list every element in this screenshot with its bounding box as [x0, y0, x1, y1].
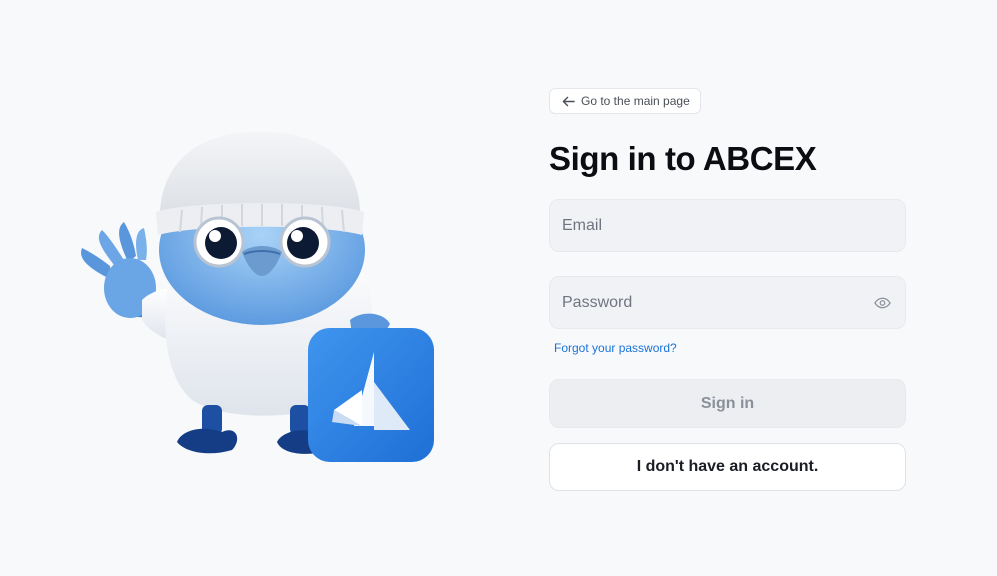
go-to-main-page-link[interactable]: Go to the main page [549, 88, 701, 114]
back-link-label: Go to the main page [581, 94, 690, 108]
bird-mascot-icon [81, 131, 434, 462]
email-field[interactable] [562, 216, 893, 235]
arrow-left-icon [562, 96, 575, 106]
sign-in-panel: Go to the main page Sign in to ABCEX For… [549, 88, 906, 491]
email-field-wrapper [549, 199, 906, 252]
password-field-wrapper [549, 276, 906, 329]
mascot-illustration [72, 120, 442, 470]
abcex-logo-icon [308, 328, 434, 462]
no-account-button[interactable]: I don't have an account. [549, 443, 906, 491]
sign-in-button[interactable]: Sign in [549, 379, 906, 428]
forgot-password-link[interactable]: Forgot your password? [554, 341, 677, 355]
password-field[interactable] [562, 293, 893, 312]
eye-icon[interactable] [873, 294, 891, 312]
page-title: Sign in to ABCEX [549, 140, 817, 177]
